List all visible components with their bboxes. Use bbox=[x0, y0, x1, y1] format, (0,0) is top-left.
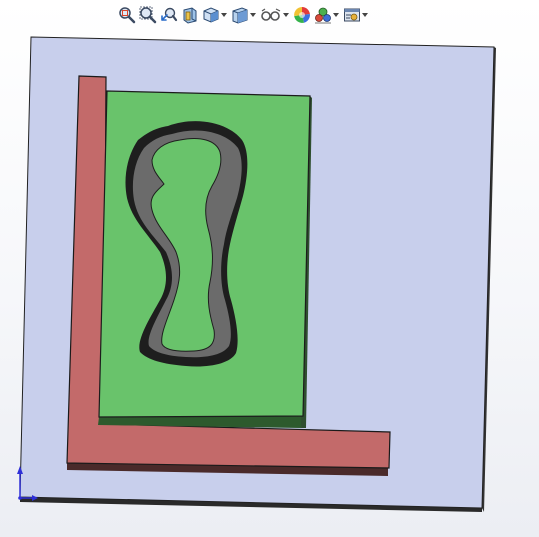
triad-origin-icon bbox=[18, 496, 22, 500]
graphics-area[interactable] bbox=[0, 0, 539, 537]
